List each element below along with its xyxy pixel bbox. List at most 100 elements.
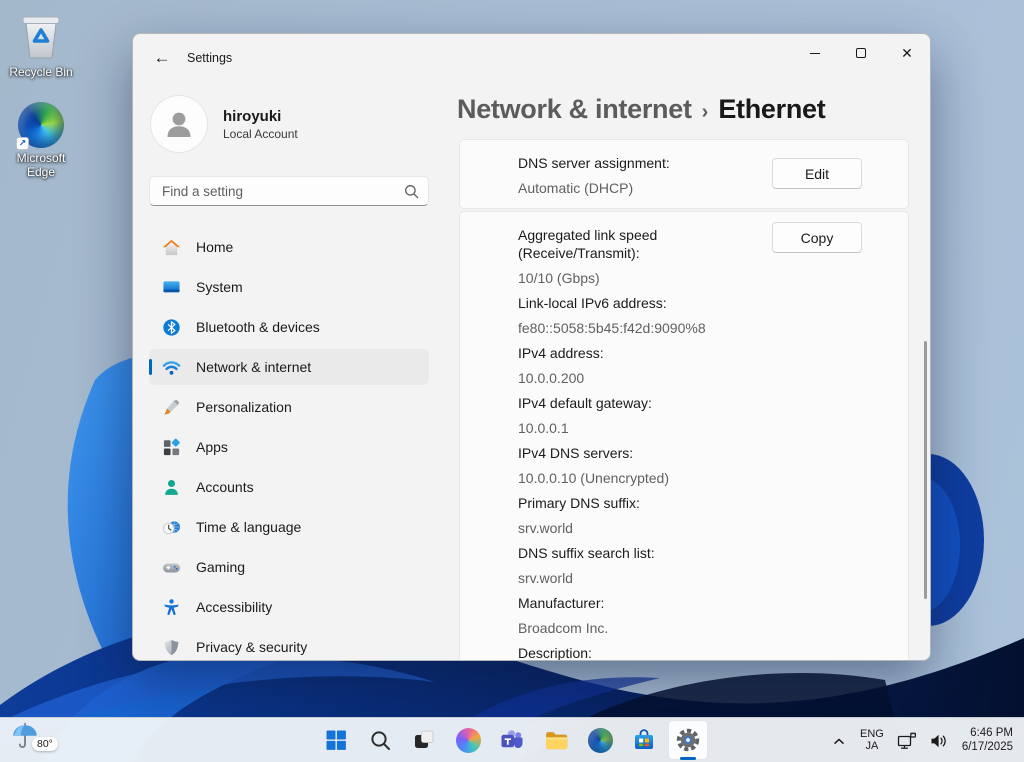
back-button[interactable]: ← bbox=[145, 43, 179, 73]
language-secondary: JA bbox=[865, 739, 879, 752]
sidebar-item-accounts[interactable]: Accounts bbox=[149, 469, 429, 505]
teams-button[interactable] bbox=[492, 720, 532, 760]
start-button[interactable] bbox=[316, 720, 356, 760]
edge-icon: ↗ bbox=[16, 102, 64, 150]
detail-label: DNS server assignment: bbox=[518, 154, 670, 171]
maximize-button[interactable] bbox=[838, 34, 884, 72]
account-block[interactable]: hiroyuki Local Account bbox=[149, 96, 429, 152]
dns-assignment-card: DNS server assignment: Automatic (DHCP) … bbox=[459, 139, 909, 209]
detail-label: Manufacturer: bbox=[518, 594, 605, 611]
teams-icon bbox=[501, 730, 523, 748]
gaming-icon bbox=[162, 563, 181, 572]
language-switcher[interactable]: ENG JA bbox=[857, 725, 887, 756]
copilot-button[interactable] bbox=[448, 720, 488, 760]
tray-date: 6/17/2025 bbox=[961, 740, 1013, 753]
breadcrumb: Network & internet › Ethernet bbox=[457, 94, 826, 125]
bluetooth-icon bbox=[163, 318, 180, 336]
vertical-scrollbar[interactable] bbox=[924, 341, 927, 599]
account-name: hiroyuki bbox=[223, 107, 282, 125]
search-button[interactable] bbox=[360, 720, 400, 760]
file-explorer-icon bbox=[545, 731, 567, 749]
weather-widget[interactable]: 80° bbox=[10, 721, 66, 753]
close-button[interactable]: ✕ bbox=[884, 34, 930, 72]
selected-indicator bbox=[149, 359, 152, 375]
sidebar-item-label: Time & language bbox=[196, 519, 302, 535]
desktop-icon-label: Recycle Bin bbox=[9, 65, 73, 79]
breadcrumb-parent[interactable]: Network & internet bbox=[457, 94, 692, 125]
microsoft-store-icon bbox=[635, 729, 653, 749]
apps-icon bbox=[163, 438, 180, 455]
shield-icon bbox=[164, 639, 179, 655]
sidebar-item-label: Apps bbox=[196, 439, 228, 455]
detail-value: srv.world bbox=[518, 519, 573, 536]
minimize-button[interactable] bbox=[792, 34, 838, 72]
close-icon: ✕ bbox=[901, 45, 913, 61]
volume-tray-button[interactable] bbox=[927, 729, 952, 753]
paintbrush-icon bbox=[164, 399, 180, 414]
ethernet-network-icon bbox=[897, 732, 916, 749]
clock-tray[interactable]: 6:46 PM 6/17/2025 bbox=[959, 723, 1016, 758]
sidebar-item-label: Privacy & security bbox=[196, 639, 308, 655]
detail-label: Link-local IPv6 address: bbox=[518, 294, 667, 311]
sidebar-item-label: Gaming bbox=[196, 559, 246, 575]
person-icon bbox=[167, 112, 191, 137]
connection-properties-card: Aggregated link speed (Receive/Transmit)… bbox=[459, 211, 909, 660]
task-view-button[interactable] bbox=[404, 720, 444, 760]
sidebar-item-time-language[interactable]: Time & language bbox=[149, 509, 429, 545]
detail-value: 10/10 (Gbps) bbox=[518, 269, 600, 286]
accounts-icon bbox=[165, 479, 178, 495]
sidebar-item-label: Home bbox=[196, 239, 234, 255]
sidebar: hiroyuki Local Account Home bbox=[149, 82, 429, 660]
desktop-icon-recycle-bin[interactable]: Recycle Bin bbox=[2, 10, 80, 79]
detail-label: DNS suffix search list: bbox=[518, 544, 655, 561]
wifi-icon bbox=[162, 360, 181, 375]
search-input[interactable] bbox=[150, 177, 428, 205]
detail-label: IPv4 address: bbox=[518, 344, 604, 361]
sidebar-nav: Home System Bluetooth & devices Network … bbox=[149, 229, 429, 660]
taskbar-app-icons bbox=[316, 720, 708, 760]
recycle-bin-icon bbox=[22, 16, 60, 59]
store-button[interactable] bbox=[624, 720, 664, 760]
detail-value: Broadcom Inc. bbox=[518, 619, 609, 636]
edit-button[interactable]: Edit bbox=[772, 158, 862, 189]
maximize-icon bbox=[856, 48, 866, 58]
avatar bbox=[151, 96, 207, 152]
search-icon bbox=[370, 730, 390, 750]
speaker-icon bbox=[931, 734, 946, 747]
edge-button[interactable] bbox=[580, 720, 620, 760]
task-view-icon bbox=[415, 730, 434, 748]
settings-gear-icon bbox=[676, 728, 700, 752]
sidebar-item-home[interactable]: Home bbox=[149, 229, 429, 265]
settings-window: ← Settings ✕ hiroyuki Local Account Find… bbox=[132, 33, 931, 661]
sidebar-item-apps[interactable]: Apps bbox=[149, 429, 429, 465]
detail-value: fe80::5058:5b45:f42d:9090%8 bbox=[518, 319, 706, 336]
sidebar-item-privacy-security[interactable]: Privacy & security bbox=[149, 629, 429, 660]
breadcrumb-chevron-icon: › bbox=[701, 101, 709, 123]
page-title: Ethernet bbox=[718, 94, 826, 124]
windows-start-icon bbox=[326, 730, 346, 750]
shortcut-arrow-icon: ↗ bbox=[16, 137, 29, 150]
chevron-up-icon bbox=[834, 738, 844, 744]
sidebar-item-label: Network & internet bbox=[196, 359, 312, 375]
sidebar-item-personalization[interactable]: Personalization bbox=[149, 389, 429, 425]
tray-chevron-up[interactable] bbox=[828, 729, 850, 753]
sidebar-item-network-internet[interactable]: Network & internet bbox=[149, 349, 429, 385]
sidebar-item-bluetooth-devices[interactable]: Bluetooth & devices bbox=[149, 309, 429, 345]
detail-label: Primary DNS suffix: bbox=[518, 494, 640, 511]
network-tray-button[interactable] bbox=[894, 728, 920, 754]
copy-button[interactable]: Copy bbox=[772, 222, 862, 253]
edge-icon bbox=[587, 727, 613, 753]
system-tray: ENG JA 6:46 PM 6/17/2025 bbox=[828, 718, 1016, 762]
sidebar-item-system[interactable]: System bbox=[149, 269, 429, 305]
sidebar-item-label: Bluetooth & devices bbox=[196, 319, 320, 335]
time-language-icon bbox=[162, 520, 181, 534]
desktop-icon-microsoft-edge[interactable]: ↗ Microsoft Edge bbox=[2, 102, 80, 179]
file-explorer-button[interactable] bbox=[536, 720, 576, 760]
settings-button[interactable] bbox=[668, 720, 708, 760]
sidebar-item-accessibility[interactable]: Accessibility bbox=[149, 589, 429, 625]
sidebar-item-gaming[interactable]: Gaming bbox=[149, 549, 429, 585]
sidebar-item-label: System bbox=[196, 279, 243, 295]
detail-value: srv.world bbox=[518, 569, 573, 586]
tray-time: 6:46 PM bbox=[970, 727, 1013, 739]
active-app-indicator bbox=[680, 757, 696, 760]
